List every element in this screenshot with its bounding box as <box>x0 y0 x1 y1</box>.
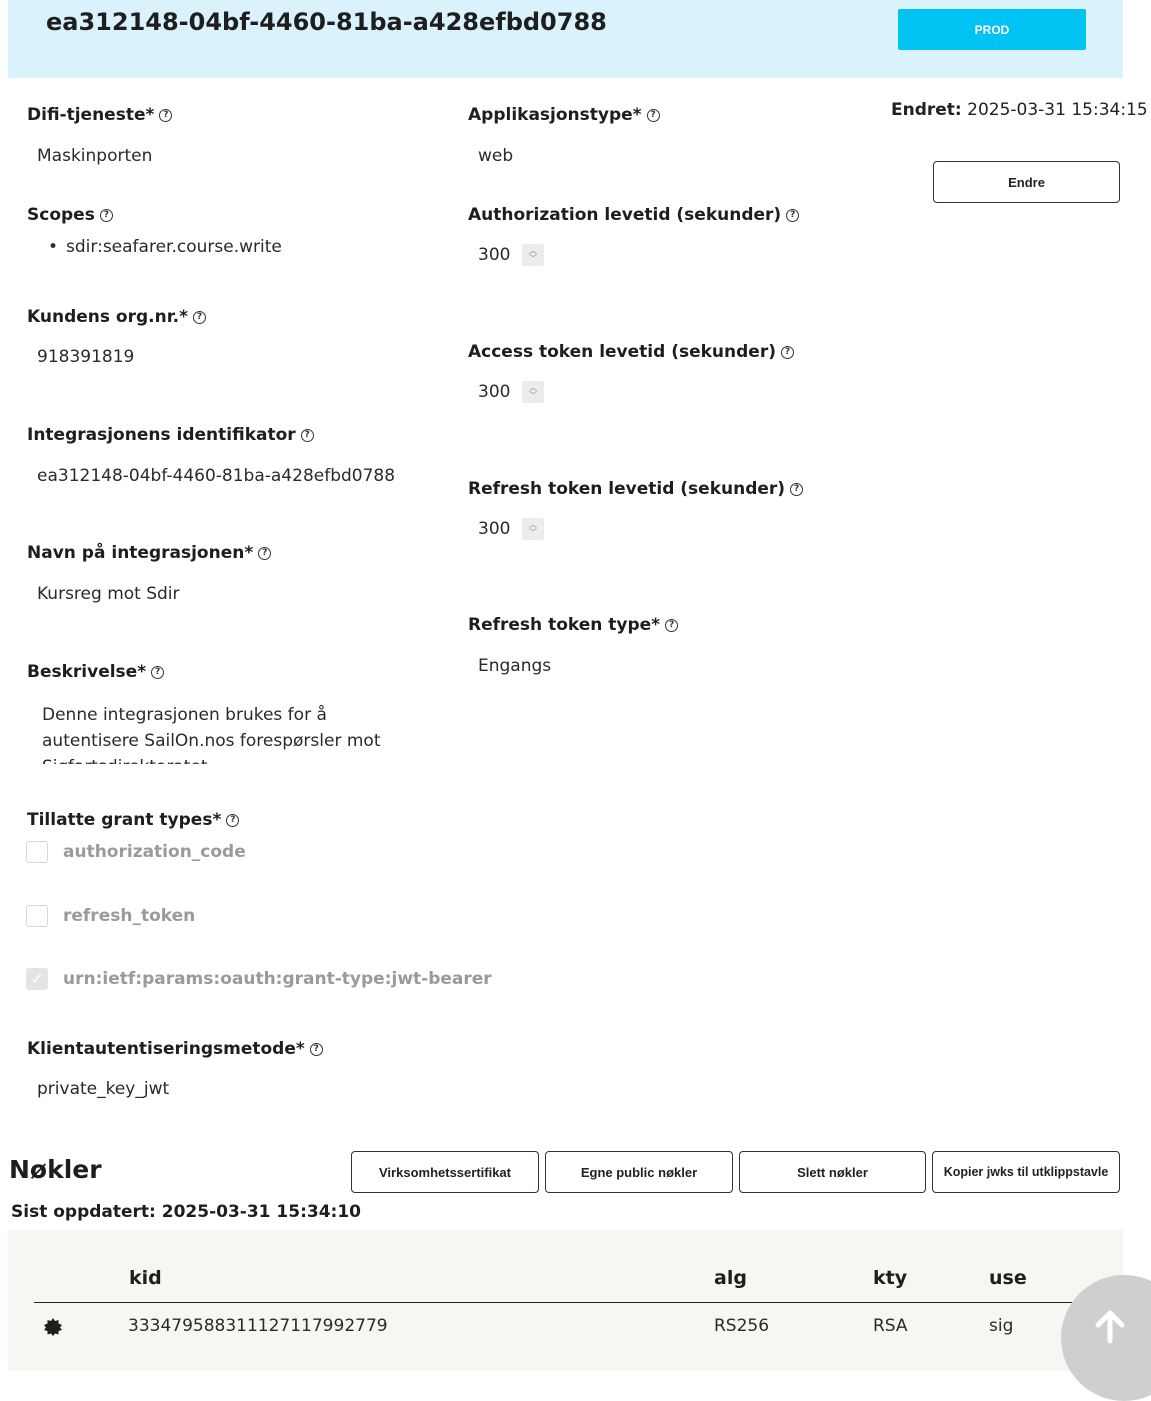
help-icon[interactable]: ? <box>309 1042 323 1056</box>
scopes-label: Scopes? <box>27 205 113 225</box>
arrow-up-icon <box>1093 1309 1127 1345</box>
table-divider <box>34 1302 1097 1303</box>
description-textarea[interactable]: Denne integrasjonen brukes for å autenti… <box>42 702 427 764</box>
scope-list-item: • sdir:seafarer.course.write <box>48 237 282 257</box>
stepper-value[interactable]: 300 <box>478 519 522 539</box>
integration-id-label: Integrasjonens identifikator? <box>27 425 314 445</box>
client-auth-method-value: private_key_jwt <box>37 1079 170 1099</box>
app-type-value: web <box>478 146 514 166</box>
badge-icon <box>44 1318 62 1336</box>
grant-type-label: urn:ietf:params:oauth:grant-type:jwt-bea… <box>63 969 492 989</box>
integration-id-label-text: Integrasjonens identifikator <box>27 425 296 445</box>
integration-name-value: Kursreg mot Sdir <box>37 584 180 604</box>
last-updated: Sist oppdatert: 2025-03-31 15:34:10 <box>11 1202 362 1222</box>
copy-jwks-button[interactable]: Kopier jwks til utklippstavle <box>932 1151 1120 1193</box>
authorization-lifetime-stepper[interactable]: 300 ︿ ﹀ <box>478 244 544 266</box>
refresh-token-lifetime-stepper[interactable]: 300 ︿ ﹀ <box>478 518 544 540</box>
business-certificate-button[interactable]: Virksomhetssertifikat <box>351 1151 539 1193</box>
org-nr-label: Kundens org.nr.*? <box>27 307 207 327</box>
grant-type-label: authorization_code <box>63 842 246 862</box>
changed-info: Endret: 2025-03-31 15:34:15 <box>891 100 1148 120</box>
help-icon[interactable]: ? <box>665 618 679 632</box>
app-type-label-text: Applikasjonstype* <box>468 105 642 125</box>
keys-table <box>8 1230 1123 1371</box>
help-icon[interactable]: ? <box>159 108 173 122</box>
help-icon[interactable]: ? <box>646 108 660 122</box>
help-icon[interactable]: ? <box>151 665 165 679</box>
column-header-kty: kty <box>873 1267 908 1289</box>
refresh-token-type-value: Engangs <box>478 656 552 676</box>
stepper-value[interactable]: 300 <box>478 382 522 402</box>
edit-button[interactable]: Endre <box>933 161 1120 203</box>
difi-service-label-text: Difi-tjeneste* <box>27 105 155 125</box>
check-icon: ✓ <box>30 970 44 988</box>
integration-name-label: Navn på integrasjonen*? <box>27 543 272 563</box>
stepper-value[interactable]: 300 <box>478 245 522 265</box>
column-header-kid: kid <box>129 1267 162 1289</box>
difi-service-value: Maskinporten <box>37 146 153 166</box>
client-auth-method-label: Klientautentiseringsmetode*? <box>27 1039 323 1059</box>
grant-type-jwt-bearer[interactable]: ✓ urn:ietf:params:oauth:grant-type:jwt-b… <box>26 968 492 990</box>
help-icon[interactable]: ? <box>193 310 207 324</box>
keys-title: Nøkler <box>9 1155 102 1184</box>
key-use: sig <box>989 1316 1014 1336</box>
column-header-use: use <box>989 1267 1027 1289</box>
org-nr-value: 918391819 <box>37 347 135 367</box>
column-header-alg: alg <box>714 1267 747 1289</box>
refresh-token-type-label-text: Refresh token type* <box>468 615 661 635</box>
help-icon[interactable]: ? <box>300 428 314 442</box>
authorization-lifetime-label-text: Authorization levetid (sekunder) <box>468 205 782 225</box>
description-label: Beskrivelse*? <box>27 662 165 682</box>
key-kty: RSA <box>873 1316 908 1336</box>
help-icon[interactable]: ? <box>781 345 794 359</box>
authorization-lifetime-label: Authorization levetid (sekunder)? <box>468 205 800 225</box>
environment-button[interactable]: PROD <box>898 9 1086 50</box>
app-type-label: Applikasjonstype*? <box>468 105 660 125</box>
integration-name-label-text: Navn på integrasjonen* <box>27 543 254 563</box>
help-icon[interactable]: ? <box>226 813 240 827</box>
scope-text: sdir:seafarer.course.write <box>66 237 282 257</box>
grant-types-label-text: Tillatte grant types* <box>27 810 222 830</box>
difi-service-label: Difi-tjeneste*? <box>27 105 173 125</box>
grant-type-authorization-code[interactable]: authorization_code <box>26 841 246 863</box>
access-token-lifetime-stepper[interactable]: 300 ︿ ﹀ <box>478 381 544 403</box>
integration-id-value: ea312148-04bf-4460-81ba-a428efbd0788 <box>37 466 396 486</box>
key-alg: RS256 <box>714 1316 770 1336</box>
client-auth-method-label-text: Klientautentiseringsmetode* <box>27 1039 305 1059</box>
delete-keys-button[interactable]: Slett nøkler <box>739 1151 926 1193</box>
org-nr-label-text: Kundens org.nr.* <box>27 307 189 327</box>
page-title: ea312148-04bf-4460-81ba-a428efbd0788 <box>46 8 607 36</box>
scopes-label-text: Scopes <box>27 205 95 225</box>
grant-type-label: refresh_token <box>63 906 196 926</box>
access-token-lifetime-label-text: Access token levetid (sekunder) <box>468 342 776 362</box>
checkbox-checked[interactable]: ✓ <box>26 968 48 990</box>
bullet-icon: • <box>48 237 59 257</box>
help-icon[interactable]: ? <box>99 208 113 222</box>
key-kid: 333479588311127117992779 <box>128 1316 388 1336</box>
refresh-token-lifetime-label: Refresh token levetid (sekunder)? <box>468 479 804 499</box>
access-token-lifetime-label: Access token levetid (sekunder)? <box>468 342 794 362</box>
checkbox[interactable] <box>26 841 48 863</box>
grant-types-label: Tillatte grant types*? <box>27 810 240 830</box>
description-label-text: Beskrivelse* <box>27 662 147 682</box>
grant-type-refresh-token[interactable]: refresh_token <box>26 905 195 927</box>
spinner-icon[interactable]: ︿ ﹀ <box>522 381 544 403</box>
changed-value: 2025-03-31 15:34:15 <box>967 100 1148 120</box>
changed-label: Endret: <box>891 100 962 120</box>
refresh-token-lifetime-label-text: Refresh token levetid (sekunder) <box>468 479 786 499</box>
spinner-icon[interactable]: ︿ ﹀ <box>522 244 544 266</box>
help-icon[interactable]: ? <box>786 208 800 222</box>
refresh-token-type-label: Refresh token type*? <box>468 615 679 635</box>
spinner-icon[interactable]: ︿ ﹀ <box>522 518 544 540</box>
help-icon[interactable]: ? <box>258 546 272 560</box>
checkbox[interactable] <box>26 905 48 927</box>
help-icon[interactable]: ? <box>790 482 804 496</box>
own-public-keys-button[interactable]: Egne public nøkler <box>545 1151 733 1193</box>
